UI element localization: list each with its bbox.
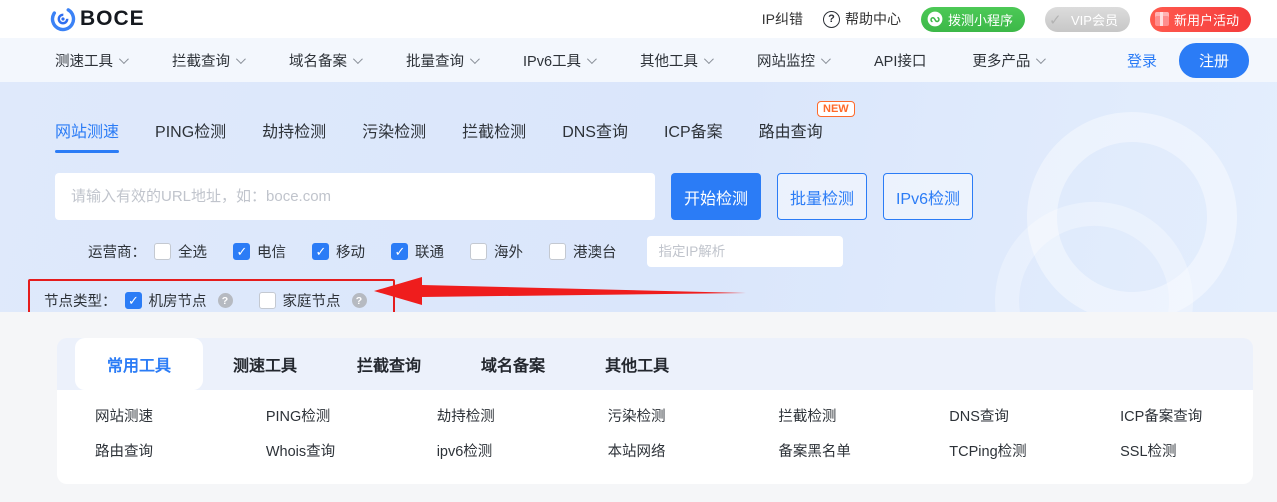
tab-hijack[interactable]: 劫持检测: [262, 118, 326, 153]
tab-website-speed[interactable]: 网站测速: [55, 118, 120, 153]
checkbox-overseas[interactable]: 海外: [470, 241, 523, 262]
chevron-down-icon: [235, 53, 246, 64]
checkbox-icon: [549, 243, 566, 260]
checkbox-hk-mo-tw[interactable]: 港澳台: [549, 241, 617, 262]
nav-speed-tools[interactable]: 测速工具: [55, 50, 129, 71]
question-mark-icon[interactable]: ?: [351, 293, 367, 308]
tool-link-dns[interactable]: DNS查询: [911, 400, 1082, 435]
hero-section: 网站测速 PING检测 劫持检测 污染检测 拦截检测 DNS查询 ICP备案 路…: [0, 82, 1277, 312]
tool-link-hijack[interactable]: 劫持检测: [399, 400, 570, 435]
boce-logo[interactable]: BOCE: [50, 6, 145, 32]
chevron-down-icon: [469, 53, 480, 64]
annotation-arrow: [374, 277, 746, 305]
question-mark-icon[interactable]: ?: [217, 293, 233, 308]
tools-tab-speed[interactable]: 测速工具: [203, 338, 327, 390]
chevron-down-icon: [1036, 53, 1047, 64]
start-test-button[interactable]: 开始检测: [671, 173, 761, 220]
topbar-right: IP纠错 ? 帮助中心 拨测小程序 ✓ VIP会员 新用户活动: [762, 6, 1251, 32]
lower-section: 常用工具 测速工具 拦截查询 域名备案 其他工具 网站测速 PING检测 劫持检…: [0, 312, 1277, 484]
login-link[interactable]: 登录: [1127, 50, 1157, 71]
question-circle-icon: ?: [823, 10, 840, 28]
ipv6-test-button[interactable]: IPv6检测: [883, 173, 973, 220]
tool-link-website-speed[interactable]: 网站测速: [57, 400, 228, 435]
annotation-box: 节点类型： 机房节点 ? 家庭节点 ?: [28, 279, 395, 312]
tool-link-ping[interactable]: PING检测: [228, 400, 399, 435]
checkbox-unicom[interactable]: 联通: [391, 241, 444, 262]
main-nav: 测速工具 拦截查询 域名备案 批量查询 IPv6工具 其他工具 网站监控 API…: [0, 38, 1277, 82]
checkbox-telecom[interactable]: 电信: [233, 241, 286, 262]
gift-icon: [1154, 11, 1169, 26]
checkbox-checked-icon: [312, 243, 329, 260]
node-type-label: 节点类型：: [44, 294, 117, 310]
checkbox-checked-icon: [391, 243, 408, 260]
tool-link-whois[interactable]: Whois查询: [228, 435, 399, 470]
tool-link-icp-blacklist[interactable]: 备案黑名单: [740, 435, 911, 470]
miniprogram-badge[interactable]: 拨测小程序: [921, 6, 1026, 32]
tool-link-ssl[interactable]: SSL检测: [1082, 435, 1253, 470]
tools-card: 常用工具 测速工具 拦截查询 域名备案 其他工具 网站测速 PING检测 劫持检…: [57, 338, 1253, 484]
top-bar: BOCE IP纠错 ? 帮助中心 拨测小程序 ✓ VIP会员 新用户活动: [0, 0, 1277, 38]
checkbox-icon: [154, 243, 171, 260]
vip-wing-icon: ✓: [1049, 11, 1062, 29]
tools-tab-other[interactable]: 其他工具: [575, 338, 699, 390]
tools-tab-common[interactable]: 常用工具: [75, 338, 204, 390]
chevron-down-icon: [703, 53, 714, 64]
chevron-down-icon: [352, 53, 363, 64]
new-badge: NEW: [817, 101, 855, 117]
new-user-activity-badge[interactable]: 新用户活动: [1149, 6, 1251, 32]
tab-icp[interactable]: ICP备案: [664, 118, 723, 153]
ip-resolve-input[interactable]: [646, 236, 843, 267]
tool-link-block[interactable]: 拦截检测: [740, 400, 911, 435]
checkbox-checked-icon: [124, 292, 142, 309]
nav-right: 登录 注册: [1127, 42, 1249, 78]
nav-batch-query[interactable]: 批量查询: [406, 50, 480, 71]
nav-site-monitor[interactable]: 网站监控: [757, 50, 831, 71]
nav-api[interactable]: API接口: [874, 50, 926, 71]
checkbox-icon: [470, 243, 487, 260]
batch-test-button[interactable]: 批量检测: [777, 173, 867, 220]
chevron-down-icon: [586, 53, 597, 64]
checkbox-select-all[interactable]: 全选: [154, 241, 207, 262]
checkbox-checked-icon: [233, 243, 250, 260]
operator-label: 运营商：: [88, 245, 146, 261]
checkbox-idc-node[interactable]: 机房节点 ?: [124, 290, 233, 311]
chevron-down-icon: [118, 53, 129, 64]
tab-block[interactable]: 拦截检测: [462, 118, 526, 153]
checkbox-mobile[interactable]: 移动: [312, 241, 365, 262]
checkbox-icon: [258, 292, 276, 309]
help-center-link[interactable]: ? 帮助中心: [823, 9, 901, 29]
logo-text: BOCE: [80, 7, 145, 30]
url-input[interactable]: [55, 173, 655, 220]
chevron-down-icon: [820, 53, 831, 64]
tool-link-ipv6[interactable]: ipv6检测: [399, 435, 570, 470]
tool-link-route[interactable]: 路由查询: [57, 435, 228, 470]
nav-ipv6-tools[interactable]: IPv6工具: [523, 50, 597, 71]
nav-more-products[interactable]: 更多产品: [972, 50, 1047, 71]
nav-domain-icp[interactable]: 域名备案: [289, 50, 363, 71]
nav-other-tools[interactable]: 其他工具: [640, 50, 714, 71]
tool-link-pollution[interactable]: 污染检测: [570, 400, 741, 435]
tools-tab-domain[interactable]: 域名备案: [451, 338, 575, 390]
ip-correction-link[interactable]: IP纠错: [762, 9, 803, 29]
register-button[interactable]: 注册: [1178, 42, 1249, 78]
tool-link-site-network[interactable]: 本站网络: [570, 435, 741, 470]
tools-tab-block[interactable]: 拦截查询: [327, 338, 451, 390]
tools-tab-bar: 常用工具 测速工具 拦截查询 域名备案 其他工具: [57, 338, 1253, 390]
miniprogram-icon: [927, 11, 943, 27]
tools-grid: 网站测速 PING检测 劫持检测 污染检测 拦截检测 DNS查询 ICP备案查询…: [57, 390, 1253, 484]
tab-route[interactable]: 路由查询 NEW: [759, 101, 855, 153]
tab-dns[interactable]: DNS查询: [562, 118, 628, 153]
tab-pollution[interactable]: 污染检测: [362, 118, 426, 153]
hero-tabs: 网站测速 PING检测 劫持检测 污染检测 拦截检测 DNS查询 ICP备案 路…: [0, 82, 1277, 153]
boce-logo-icon: [50, 6, 76, 32]
checkbox-home-node[interactable]: 家庭节点 ?: [258, 290, 367, 311]
tool-link-icp-query[interactable]: ICP备案查询: [1082, 400, 1253, 435]
tool-link-tcping[interactable]: TCPing检测: [911, 435, 1082, 470]
vip-badge[interactable]: ✓ VIP会员: [1045, 6, 1130, 32]
tab-ping[interactable]: PING检测: [155, 118, 226, 153]
nav-block-query[interactable]: 拦截查询: [172, 50, 246, 71]
nav-items: 测速工具 拦截查询 域名备案 批量查询 IPv6工具 其他工具 网站监控 API…: [55, 50, 1047, 71]
